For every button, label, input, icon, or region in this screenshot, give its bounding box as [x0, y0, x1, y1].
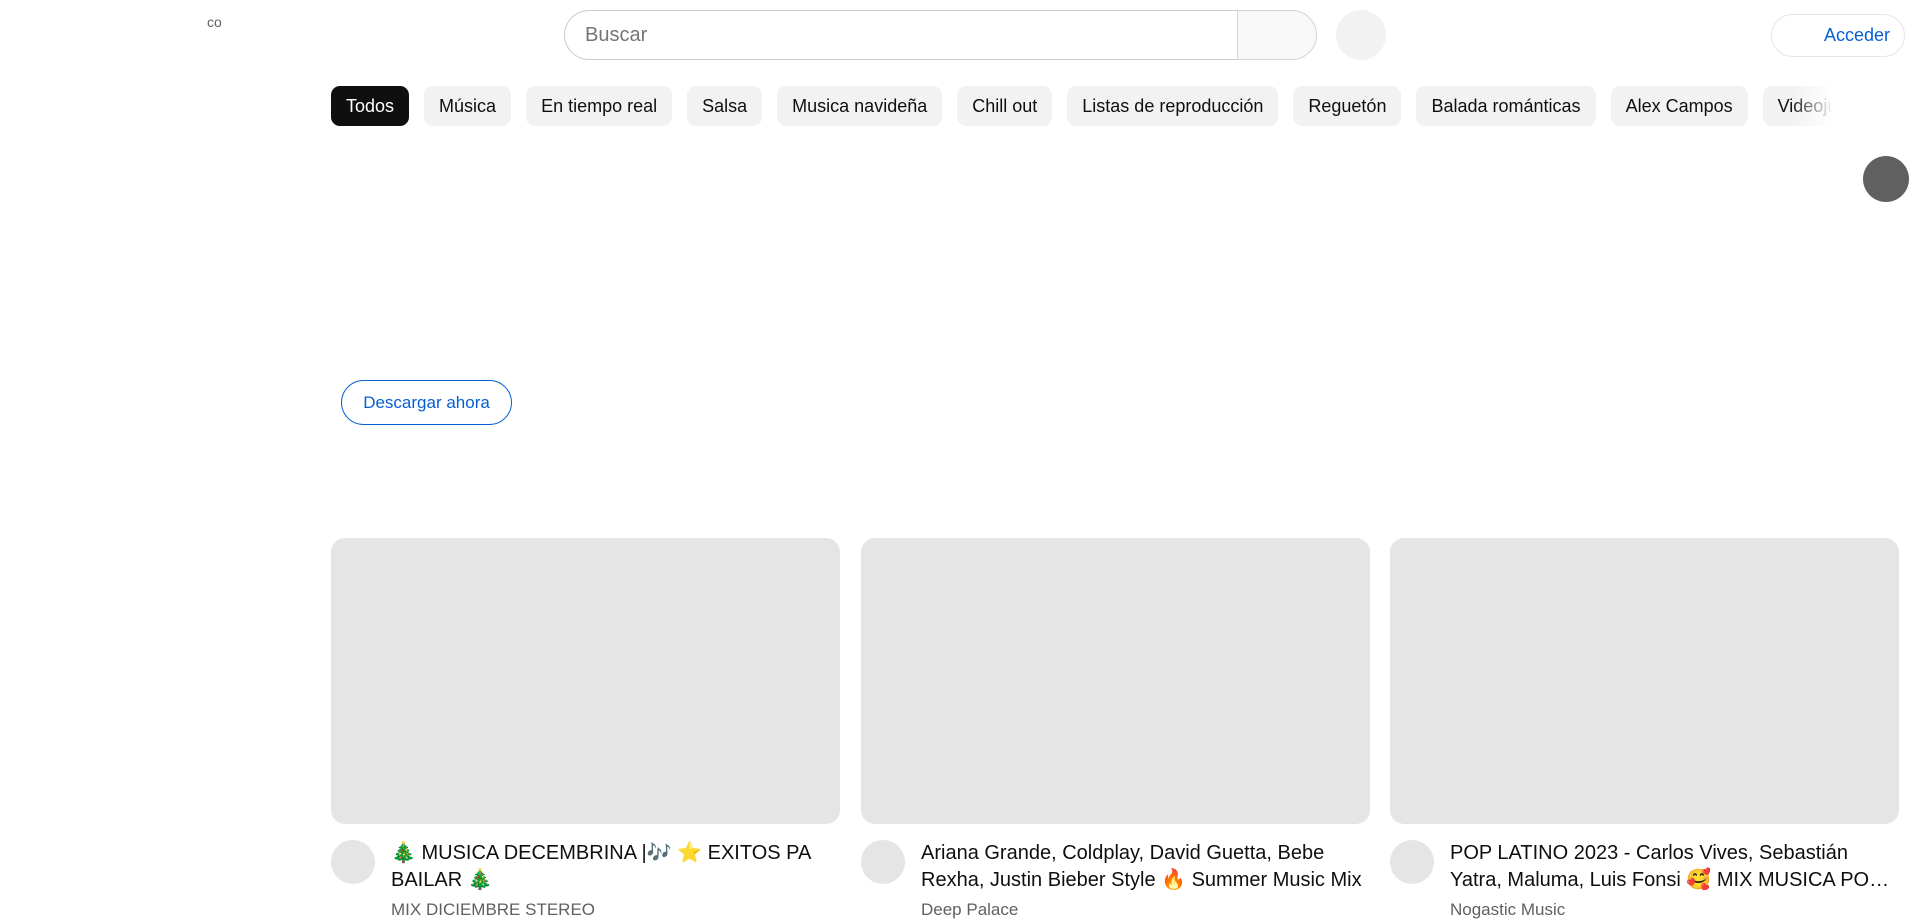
- chip-regueton[interactable]: Reguetón: [1293, 86, 1402, 126]
- video-card: POP LATINO 2023 - Carlos Vives, Sebastiá…: [1390, 538, 1899, 920]
- video-meta-text: POP LATINO 2023 - Carlos Vives, Sebastiá…: [1450, 840, 1899, 920]
- chip-musica-navidena[interactable]: Musica navideña: [777, 86, 943, 126]
- video-meta-text: 🎄 MUSICA DECEMBRINA |🎶 ⭐ EXITOS PA BAILA…: [391, 840, 840, 920]
- channel-avatar[interactable]: [861, 840, 905, 884]
- chip-musica[interactable]: Música: [424, 86, 512, 126]
- sign-in-button[interactable]: Acceder: [1771, 14, 1905, 57]
- chip-balada-romanticas[interactable]: Balada románticas: [1416, 86, 1596, 126]
- channel-name[interactable]: Nogastic Music: [1450, 900, 1899, 920]
- logo-text[interactable]: co: [207, 14, 222, 30]
- video-meta: POP LATINO 2023 - Carlos Vives, Sebastiá…: [1390, 840, 1899, 920]
- search-input[interactable]: [564, 10, 1237, 60]
- chip-todos[interactable]: Todos: [331, 86, 410, 126]
- video-title[interactable]: Ariana Grande, Coldplay, David Guetta, B…: [921, 840, 1370, 894]
- channel-name[interactable]: MIX DICIEMBRE STEREO: [391, 900, 840, 920]
- channel-name[interactable]: Deep Palace: [921, 900, 1370, 920]
- search-button[interactable]: [1237, 10, 1317, 60]
- chip-videojuegos[interactable]: Videojuegos: [1762, 86, 1841, 126]
- chips-next-button[interactable]: [1863, 156, 1909, 202]
- search-bar: [564, 10, 1317, 60]
- video-meta: 🎄 MUSICA DECEMBRINA |🎶 ⭐ EXITOS PA BAILA…: [331, 840, 840, 920]
- video-card: Ariana Grande, Coldplay, David Guetta, B…: [861, 538, 1370, 920]
- chip-en-tiempo-real[interactable]: En tiempo real: [526, 86, 673, 126]
- video-thumbnail[interactable]: [1390, 538, 1899, 824]
- video-thumbnail[interactable]: [861, 538, 1370, 824]
- chip-chill-out[interactable]: Chill out: [957, 86, 1053, 126]
- video-title[interactable]: POP LATINO 2023 - Carlos Vives, Sebastiá…: [1450, 840, 1899, 894]
- video-meta-text: Ariana Grande, Coldplay, David Guetta, B…: [921, 840, 1370, 920]
- video-card: 🎄 MUSICA DECEMBRINA |🎶 ⭐ EXITOS PA BAILA…: [331, 538, 840, 920]
- channel-avatar[interactable]: [331, 840, 375, 884]
- chip-listas-de-reproduccion[interactable]: Listas de reproducción: [1067, 86, 1279, 126]
- video-thumbnail[interactable]: [331, 538, 840, 824]
- video-title[interactable]: 🎄 MUSICA DECEMBRINA |🎶 ⭐ EXITOS PA BAILA…: [391, 840, 840, 894]
- chip-salsa[interactable]: Salsa: [687, 86, 763, 126]
- filter-chips-bar: Todos Música En tiempo real Salsa Musica…: [331, 86, 1841, 126]
- voice-search-button[interactable]: [1336, 10, 1386, 60]
- download-now-button[interactable]: Descargar ahora: [341, 380, 512, 425]
- chip-alex-campos[interactable]: Alex Campos: [1610, 86, 1748, 126]
- video-meta: Ariana Grande, Coldplay, David Guetta, B…: [861, 840, 1370, 920]
- channel-avatar[interactable]: [1390, 840, 1434, 884]
